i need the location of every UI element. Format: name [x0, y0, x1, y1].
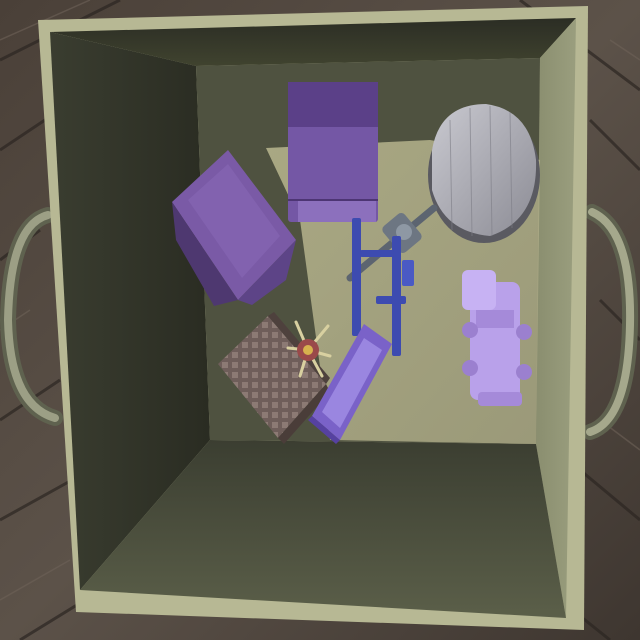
purple-book-top — [288, 82, 378, 222]
crate-scene — [0, 0, 640, 640]
gray-helmet — [428, 104, 540, 243]
